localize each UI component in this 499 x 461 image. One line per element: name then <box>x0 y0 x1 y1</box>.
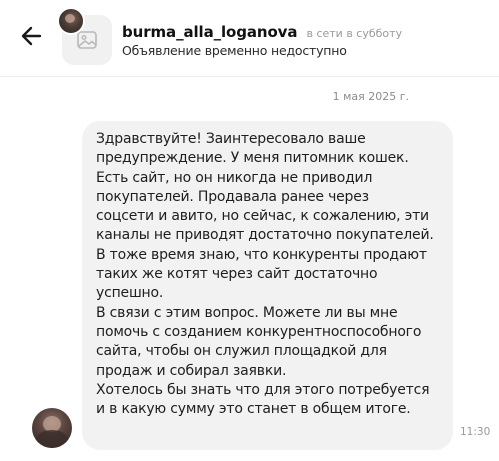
message-line: соцсети и авито, но сейчас, к сожалению,… <box>96 208 429 225</box>
message-line: В тоже время знаю, что конкуренты продаю… <box>96 246 427 263</box>
sender-avatar[interactable] <box>32 408 72 448</box>
message-line: и в какую сумму это станет в общем итоге… <box>96 401 411 418</box>
message-time: 11:30 <box>460 426 491 438</box>
image-placeholder-icon <box>77 31 97 49</box>
chat-header: burma_alla_loganova в сети в субботу Объ… <box>0 0 499 77</box>
listing-status: Объявление временно недоступно <box>122 43 347 58</box>
message-line: каналы не приводят достаточно покупателе… <box>96 227 434 244</box>
message-line: таких же котят через сайт достаточно <box>96 266 378 283</box>
message-line: продаж и собирал заявки. <box>96 362 287 379</box>
message-line: Есть сайт, но он никогда не приводил <box>96 169 373 186</box>
online-status: в сети в субботу <box>306 27 403 40</box>
message-line: Хотелось бы знать что для этого потребуе… <box>96 381 430 398</box>
message-line: сайта, чтобы он служил площадкой для <box>96 343 387 360</box>
back-button[interactable] <box>18 22 46 50</box>
message-line: предупреждение. У меня питомник кошек. <box>96 150 409 167</box>
seller-title-line: burma_alla_loganova в сети в субботу <box>122 22 402 41</box>
message-line: Здравствуйте! Заинтересовало ваше <box>96 131 366 147</box>
message-line: помочь с созданием конкурентноспособного <box>96 323 422 340</box>
message-line: В связи с этим вопрос. Можете ли вы мне <box>96 304 398 321</box>
date-divider: 1 мая 2025 г. <box>332 90 409 103</box>
seller-avatar[interactable] <box>57 7 85 35</box>
message-bubble: Здравствуйте! Заинтересовало ваше предуп… <box>82 121 453 450</box>
message-line: покупателей. Продавала ранее через <box>96 188 369 205</box>
arrow-left-icon <box>21 26 42 46</box>
message-line: успешно. <box>96 285 164 302</box>
seller-name[interactable]: burma_alla_loganova <box>122 23 297 41</box>
